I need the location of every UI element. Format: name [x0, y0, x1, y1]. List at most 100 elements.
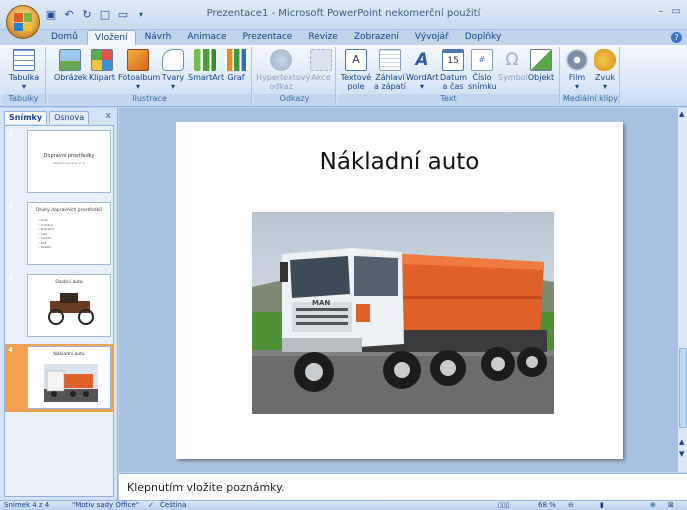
object-icon	[530, 49, 552, 71]
textbox-icon: A	[345, 49, 367, 71]
group-label-odkazy: Odkazy	[254, 94, 335, 105]
speaker-icon	[594, 49, 616, 71]
objekt-button[interactable]: Objekt	[526, 49, 556, 82]
group-text: A Textové pole Záhlaví a zápatí A WordAr…	[338, 47, 560, 105]
zoom-out-icon[interactable]: ⊖	[568, 501, 574, 509]
status-slide-count: Snímek 4 z 4	[4, 501, 50, 509]
previous-slide-icon[interactable]: ▲	[679, 438, 684, 446]
tab-vyvojar[interactable]: Vývojář	[408, 30, 456, 46]
group-odkazy: Hypertextový odkaz Akce Odkazy	[254, 47, 336, 105]
wordart-button[interactable]: A WordArt ▾	[406, 49, 438, 91]
pane-tabs: Snímky Osnova	[4, 111, 90, 125]
group-label-text: Text	[338, 94, 559, 105]
maximize-icon[interactable]: ▭	[672, 6, 681, 17]
help-icon[interactable]: ?	[671, 32, 682, 43]
zoom-level[interactable]: 68 %	[538, 501, 556, 509]
status-bar: Snímek 4 z 4 "Motiv sady Office" ✓ Češti…	[0, 500, 687, 510]
cislo-snimku-button[interactable]: # Číslo snímku	[468, 49, 497, 91]
slide-thumbnail-list: 1 Dopravní prostředky Osobní doprava, tř…	[4, 125, 114, 497]
slide-thumbnail-4[interactable]: 4 Nákladní auto	[5, 344, 113, 412]
fit-to-window-icon[interactable]: ⊠	[668, 501, 674, 509]
view-buttons[interactable]: ▯▯▯	[498, 501, 510, 509]
notes-pane[interactable]: Klepnutím vložíte poznámky.	[119, 473, 687, 500]
film-reel-icon	[566, 49, 588, 71]
tab-zobrazeni[interactable]: Zobrazení	[347, 30, 406, 46]
shapes-icon	[162, 49, 184, 71]
fotoalbum-button[interactable]: Fotoalbum ▾	[118, 49, 160, 91]
symbol-button[interactable]: Ω Symbol	[498, 49, 528, 82]
globe-link-icon	[270, 49, 292, 71]
tab-navrh[interactable]: Návrh	[138, 30, 179, 46]
group-label-tabulky: Tabulky	[2, 94, 45, 105]
current-slide[interactable]: Nákladní auto MAN	[176, 122, 623, 459]
film-button[interactable]: Film ▾	[564, 49, 590, 91]
group-label-ilustrace: Ilustrace	[48, 94, 251, 105]
status-language[interactable]: Čeština	[160, 501, 186, 509]
smartart-button[interactable]: SmartArt	[188, 49, 224, 82]
vintage-car-thumbnail	[48, 293, 94, 325]
tabulka-button[interactable]: Tabulka ▾	[6, 49, 42, 91]
title-bar: ▣ ↶ ↻ □ ▭ ▾ Prezentace1 - Microsoft Powe…	[0, 0, 687, 30]
next-slide-icon[interactable]: ▼	[679, 450, 684, 458]
status-theme: "Motiv sady Office"	[72, 501, 139, 509]
window-title: Prezentace1 - Microsoft PowerPoint nekom…	[206, 8, 481, 19]
group-label-media: Mediální klipy	[562, 94, 619, 105]
table-icon	[13, 49, 35, 71]
tab-domu[interactable]: Domů	[44, 30, 85, 46]
action-icon	[310, 49, 332, 71]
slide-number-icon: #	[471, 49, 493, 71]
window-controls: – ▭	[659, 6, 681, 17]
tab-prezentace[interactable]: Prezentace	[236, 30, 300, 46]
slide-thumbnail-1[interactable]: 1 Dopravní prostředky Osobní doprava, tř…	[5, 128, 113, 196]
tab-snimky[interactable]: Snímky	[4, 111, 48, 124]
vertical-scrollbar[interactable]: ▲ ▲ ▼	[677, 108, 687, 472]
slide-editing-area: Nákladní auto MAN	[119, 108, 677, 472]
header-footer-icon	[379, 49, 401, 71]
scroll-up-icon[interactable]: ▲	[679, 110, 684, 118]
tab-osnova[interactable]: Osnova	[49, 111, 90, 124]
minimize-icon[interactable]: –	[659, 6, 664, 17]
picture-icon	[59, 49, 81, 71]
photo-album-icon	[127, 49, 149, 71]
tab-vlozeni[interactable]: Vložení	[86, 30, 136, 46]
obrazek-button[interactable]: Obrázek	[54, 49, 87, 82]
scrollbar-thumb[interactable]	[679, 348, 687, 428]
ribbon: Tabulka ▾ Tabulky Obrázek Klipart Fotoal…	[0, 45, 687, 107]
slide-thumbnail-3[interactable]: 3 Osobní auto	[5, 272, 113, 340]
klipart-button[interactable]: Klipart	[88, 49, 116, 82]
omega-icon: Ω	[505, 50, 519, 70]
smartart-icon	[194, 49, 216, 71]
tab-revize[interactable]: Revize	[301, 30, 344, 46]
tab-animace[interactable]: Animace	[180, 30, 233, 46]
zoom-slider[interactable]: ▮	[600, 501, 604, 509]
spellcheck-icon[interactable]: ✓	[148, 501, 154, 509]
clipart-icon	[91, 49, 113, 71]
wordart-icon: A	[415, 50, 429, 70]
tab-doplnky[interactable]: Doplňky	[458, 30, 509, 46]
tvary-button[interactable]: Tvary ▾	[160, 49, 186, 91]
calendar-icon: 15	[442, 49, 464, 71]
group-medialni-klipy: Film ▾ Zvuk ▾ Mediální klipy	[562, 47, 620, 105]
ribbon-tabs: Domů Vložení Návrh Animace Prezentace Re…	[44, 30, 508, 46]
zoom-in-icon[interactable]: ⊕	[650, 501, 656, 509]
hypertext-button[interactable]: Hypertextový odkaz	[256, 49, 310, 91]
datum-button[interactable]: 15 Datum a čas	[440, 49, 467, 91]
zvuk-button[interactable]: Zvuk ▾	[592, 49, 618, 91]
office-button[interactable]	[6, 5, 40, 39]
group-ilustrace: Obrázek Klipart Fotoalbum ▾ Tvary ▾ Smar…	[48, 47, 252, 105]
akce-button[interactable]: Akce	[308, 49, 334, 82]
slides-pane: Snímky Osnova x 1 Dopravní prostředky Os…	[0, 108, 118, 500]
slide-title[interactable]: Nákladní auto	[176, 149, 623, 175]
zahlavi-button[interactable]: Záhlaví a zápatí	[374, 49, 406, 91]
textove-pole-button[interactable]: A Textové pole	[340, 49, 372, 91]
notes-placeholder[interactable]: Klepnutím vložíte poznámky.	[127, 481, 285, 494]
office-logo-icon	[14, 13, 32, 31]
slide-thumbnail-2[interactable]: 2 Druhy dopravních prostředků Auto Autob…	[5, 200, 113, 268]
pane-close-icon[interactable]: x	[106, 111, 111, 121]
truck-photo[interactable]: MAN	[252, 212, 554, 414]
chart-icon	[225, 49, 247, 71]
truck-thumbnail	[44, 364, 98, 402]
graf-button[interactable]: Graf	[224, 49, 248, 82]
group-tabulky: Tabulka ▾ Tabulky	[2, 47, 46, 105]
svg-text:MAN: MAN	[312, 299, 330, 307]
